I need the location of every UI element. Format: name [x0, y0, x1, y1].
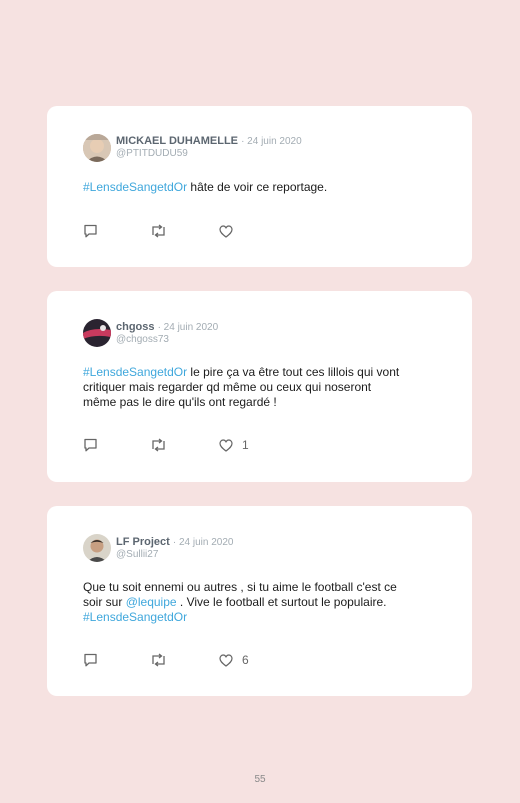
comment-icon [84, 653, 97, 667]
author-name[interactable]: chgoss [116, 321, 155, 333]
retweet-button[interactable] [150, 437, 167, 453]
tweet-actions: 1 [83, 437, 283, 453]
text-segment: même pas le dire qu'ils ont regardé ! [83, 395, 277, 409]
author-handle[interactable]: @chgoss73 [116, 334, 218, 346]
mention-link[interactable]: @lequipe [126, 595, 177, 609]
hashtag-link[interactable]: #LensdeSangetdOr [83, 180, 187, 194]
reply-button[interactable] [83, 223, 98, 239]
tweet-text: #LensdeSangetdOr hâte de voir ce reporta… [83, 180, 443, 195]
tweet-card: LF Project · 24 juin 2020 @Sullii27 Que … [47, 506, 472, 696]
reply-button[interactable] [83, 652, 98, 668]
tweet-actions [83, 223, 283, 239]
tweet-date: · 24 juin 2020 [241, 136, 302, 147]
text-segment: hâte de voir ce reportage. [187, 180, 328, 194]
retweet-button[interactable] [150, 223, 167, 239]
tweet-actions: 6 [83, 652, 283, 668]
like-count: 6 [242, 653, 249, 667]
page-number: 55 [254, 774, 266, 785]
avatar[interactable] [83, 134, 111, 162]
comment-icon [84, 224, 97, 238]
tweet-date: · 24 juin 2020 [172, 537, 234, 548]
heart-icon [219, 438, 233, 452]
tweet-header: LF Project · 24 juin 2020 @Sullii27 [116, 536, 233, 561]
tweet-text: Que tu soit ennemi ou autres , si tu aim… [83, 580, 443, 625]
tweet-card: chgoss · 24 juin 2020 @chgoss73 #LensdeS… [47, 291, 472, 482]
hashtag-link[interactable]: #LensdeSangetdOr [83, 365, 187, 379]
author-name[interactable]: MICKAEL DUHAMELLE [116, 135, 238, 147]
retweet-button[interactable] [150, 652, 167, 668]
hashtag-link[interactable]: #LensdeSangetdOr [83, 610, 187, 624]
tweet-header: chgoss · 24 juin 2020 @chgoss73 [116, 321, 218, 346]
author-handle[interactable]: @Sullii27 [116, 549, 233, 561]
heart-icon [219, 224, 233, 238]
tweet-date: · 24 juin 2020 [157, 322, 219, 333]
like-button[interactable] [219, 223, 242, 239]
text-segment: Que tu soit ennemi ou autres , si tu aim… [83, 580, 397, 594]
text-segment: . Vive le football et surtout le populai… [176, 595, 387, 609]
avatar[interactable] [83, 534, 111, 562]
avatar[interactable] [83, 319, 111, 347]
text-segment: le pire ça va être tout ces lillois qui … [187, 365, 400, 379]
heart-icon [219, 653, 233, 667]
retweet-icon [152, 438, 165, 452]
author-handle[interactable]: @PTITDUDU59 [116, 148, 302, 160]
tweet-header: MICKAEL DUHAMELLE · 24 juin 2020 @PTITDU… [116, 135, 302, 160]
reply-button[interactable] [83, 437, 98, 453]
like-button[interactable]: 6 [219, 652, 249, 668]
text-segment: soir sur [83, 595, 126, 609]
comment-icon [84, 438, 97, 452]
retweet-icon [152, 224, 165, 238]
tweet-card: MICKAEL DUHAMELLE · 24 juin 2020 @PTITDU… [47, 106, 472, 267]
like-button[interactable]: 1 [219, 437, 249, 453]
retweet-icon [152, 653, 165, 667]
text-segment: critiquer mais regarder qd même ou ceux … [83, 380, 372, 394]
tweet-text: #LensdeSangetdOr le pire ça va être tout… [83, 365, 443, 410]
author-name[interactable]: LF Project [116, 536, 170, 548]
like-count: 1 [242, 438, 249, 452]
